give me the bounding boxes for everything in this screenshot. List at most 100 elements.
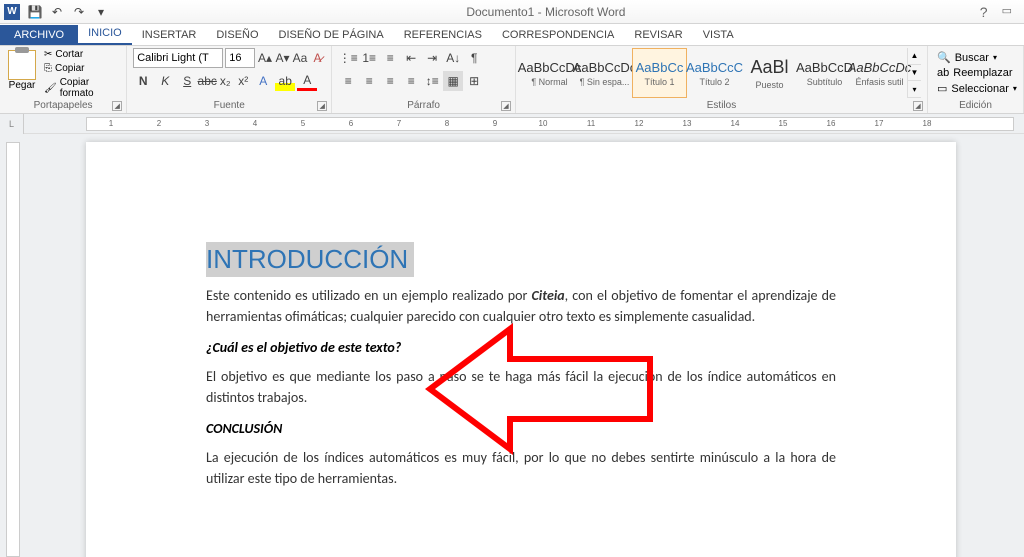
brush-icon: 🖌 [44, 83, 57, 94]
shading-icon[interactable]: ▦ [443, 71, 463, 91]
group-label: Edición [959, 100, 992, 111]
dialog-launcher-icon[interactable]: ◢ [913, 101, 923, 111]
tab-referencias[interactable]: REFERENCIAS [394, 25, 492, 45]
paste-icon [8, 50, 36, 80]
tab-diseno-pagina[interactable]: DISEÑO DE PÁGINA [269, 25, 394, 45]
dialog-launcher-icon[interactable]: ◢ [112, 101, 122, 111]
word-icon: W [4, 4, 20, 20]
borders-icon[interactable]: ⊞ [464, 71, 484, 91]
font-size-input[interactable] [225, 48, 255, 68]
superscript-button[interactable]: x² [235, 71, 251, 91]
doc-subheading[interactable]: ¿Cuál es el objetivo de este texto? [206, 339, 836, 356]
align-right-icon[interactable]: ≡ [380, 71, 400, 91]
qat-customize-icon[interactable]: ▾ [92, 3, 110, 21]
help-icon[interactable]: ? [980, 4, 988, 20]
sort-icon[interactable]: A↓ [443, 48, 463, 68]
tab-file[interactable]: ARCHIVO [0, 25, 78, 45]
group-label: Fuente [214, 100, 245, 111]
tab-inicio[interactable]: INICIO [78, 23, 132, 45]
group-styles: AaBbCcDc¶ Normal AaBbCcDc¶ Sin espa... A… [516, 46, 928, 113]
group-label: Estilos [707, 100, 736, 111]
increase-indent-icon[interactable]: ⇥ [422, 48, 442, 68]
show-marks-icon[interactable]: ¶ [464, 48, 484, 68]
ruler-corner: L [0, 114, 24, 134]
multilevel-icon[interactable]: ≡ [380, 48, 400, 68]
copy-icon: ⎘ [44, 63, 52, 74]
text-effects-icon[interactable]: A [253, 71, 273, 91]
tab-vista[interactable]: VISTA [693, 25, 744, 45]
font-color-icon[interactable]: A [297, 71, 317, 91]
doc-heading-1[interactable]: INTRODUCCIÓN [206, 242, 414, 277]
group-paragraph: ⋮≡ 1≡ ≡ ⇤ ⇥ A↓ ¶ ≡ ≡ ≡ ≡ ↕≡ ▦ ⊞ Párrafo ◢ [332, 46, 516, 113]
styles-more-icon[interactable]: ▾ [908, 81, 921, 98]
shrink-font-icon[interactable]: A▾ [275, 48, 291, 68]
underline-button[interactable]: S [177, 71, 197, 91]
style-titulo2[interactable]: AaBbCcCTítulo 2 [687, 48, 742, 98]
copy-button[interactable]: ⎘Copiar [42, 62, 120, 75]
paste-label: Pegar [9, 80, 36, 91]
clear-format-icon[interactable]: A̷ [310, 48, 326, 68]
style-enfasis-sutil[interactable]: AaBbCcDcÉnfasis sutil [852, 48, 907, 98]
dialog-launcher-icon[interactable]: ◢ [501, 101, 511, 111]
bold-button[interactable]: N [133, 71, 153, 91]
style-normal[interactable]: AaBbCcDc¶ Normal [522, 48, 577, 98]
group-font: A▴ A▾ Aa A̷ N K S abc x₂ x² A ab A Fuent… [127, 46, 332, 113]
replace-icon: ab [937, 67, 949, 79]
tab-correspondencia[interactable]: CORRESPONDENCIA [492, 25, 624, 45]
doc-paragraph[interactable]: Este contenido es utilizado en un ejempl… [206, 285, 836, 327]
align-center-icon[interactable]: ≡ [359, 71, 379, 91]
strike-button[interactable]: abc [199, 71, 215, 91]
find-button[interactable]: 🔍Buscar▾ [934, 50, 1017, 65]
numbering-icon[interactable]: 1≡ [359, 48, 379, 68]
styles-down-icon[interactable]: ▼ [908, 65, 921, 82]
ruler-area: L 123 456 789 101112 131415 161718 [0, 114, 1024, 134]
window-title: Documento1 - Microsoft Word [112, 5, 980, 19]
group-label: Párrafo [407, 100, 440, 111]
horizontal-ruler[interactable]: 123 456 789 101112 131415 161718 [86, 117, 1014, 131]
undo-icon[interactable]: ↶ [48, 3, 66, 21]
group-editing: 🔍Buscar▾ abReemplazar ▭Seleccionar▾ Edic… [928, 46, 1024, 113]
document-area: INTRODUCCIÓN Este contenido es utilizado… [0, 134, 1024, 557]
replace-button[interactable]: abReemplazar [934, 66, 1017, 80]
change-case-icon[interactable]: Aa [292, 48, 308, 68]
justify-icon[interactable]: ≡ [401, 71, 421, 91]
tab-insertar[interactable]: INSERTAR [132, 25, 207, 45]
dialog-launcher-icon[interactable]: ◢ [317, 101, 327, 111]
format-painter-button[interactable]: 🖌Copiar formato [42, 76, 120, 100]
line-spacing-icon[interactable]: ↕≡ [422, 71, 442, 91]
redo-icon[interactable]: ↷ [70, 3, 88, 21]
group-clipboard: Pegar ✂Cortar ⎘Copiar 🖌Copiar formato Po… [0, 46, 127, 113]
style-titulo1[interactable]: AaBbCcTítulo 1 [632, 48, 687, 98]
grow-font-icon[interactable]: A▴ [257, 48, 273, 68]
brand-name: Citeia [532, 287, 565, 304]
ribbon: Pegar ✂Cortar ⎘Copiar 🖌Copiar formato Po… [0, 46, 1024, 114]
cut-button[interactable]: ✂Cortar [42, 48, 120, 61]
ribbon-collapse-icon[interactable]: ▭ [1002, 4, 1012, 20]
style-subtitulo[interactable]: AaBbCcDSubtítulo [797, 48, 852, 98]
styles-up-icon[interactable]: ▲ [908, 48, 921, 65]
document-page[interactable]: INTRODUCCIÓN Este contenido es utilizado… [86, 142, 956, 557]
italic-button[interactable]: K [155, 71, 175, 91]
paste-button[interactable]: Pegar [6, 48, 38, 98]
vertical-ruler[interactable] [6, 142, 20, 557]
style-sin-espaciado[interactable]: AaBbCcDc¶ Sin espa... [577, 48, 632, 98]
binoculars-icon: 🔍 [937, 51, 951, 64]
tab-diseno[interactable]: DISEÑO [206, 25, 268, 45]
doc-subheading[interactable]: CONCLUSIÓN [206, 420, 836, 437]
cursor-icon: ▭ [937, 82, 947, 95]
highlight-icon[interactable]: ab [275, 71, 295, 91]
save-icon[interactable]: 💾 [26, 3, 44, 21]
doc-paragraph[interactable]: El objetivo es que mediante los paso a p… [206, 366, 836, 408]
quick-access-toolbar: W 💾 ↶ ↷ ▾ Documento1 - Microsoft Word ? … [0, 0, 1024, 24]
styles-scroll: ▲ ▼ ▾ [907, 48, 921, 98]
tab-revisar[interactable]: REVISAR [624, 25, 692, 45]
select-button[interactable]: ▭Seleccionar▾ [934, 81, 1017, 96]
decrease-indent-icon[interactable]: ⇤ [401, 48, 421, 68]
bullets-icon[interactable]: ⋮≡ [338, 48, 358, 68]
subscript-button[interactable]: x₂ [217, 71, 233, 91]
scissors-icon: ✂ [44, 49, 52, 60]
font-name-input[interactable] [133, 48, 223, 68]
align-left-icon[interactable]: ≡ [338, 71, 358, 91]
doc-paragraph[interactable]: La ejecución de los índices automáticos … [206, 447, 836, 489]
style-puesto[interactable]: AaBlPuesto [742, 48, 797, 98]
